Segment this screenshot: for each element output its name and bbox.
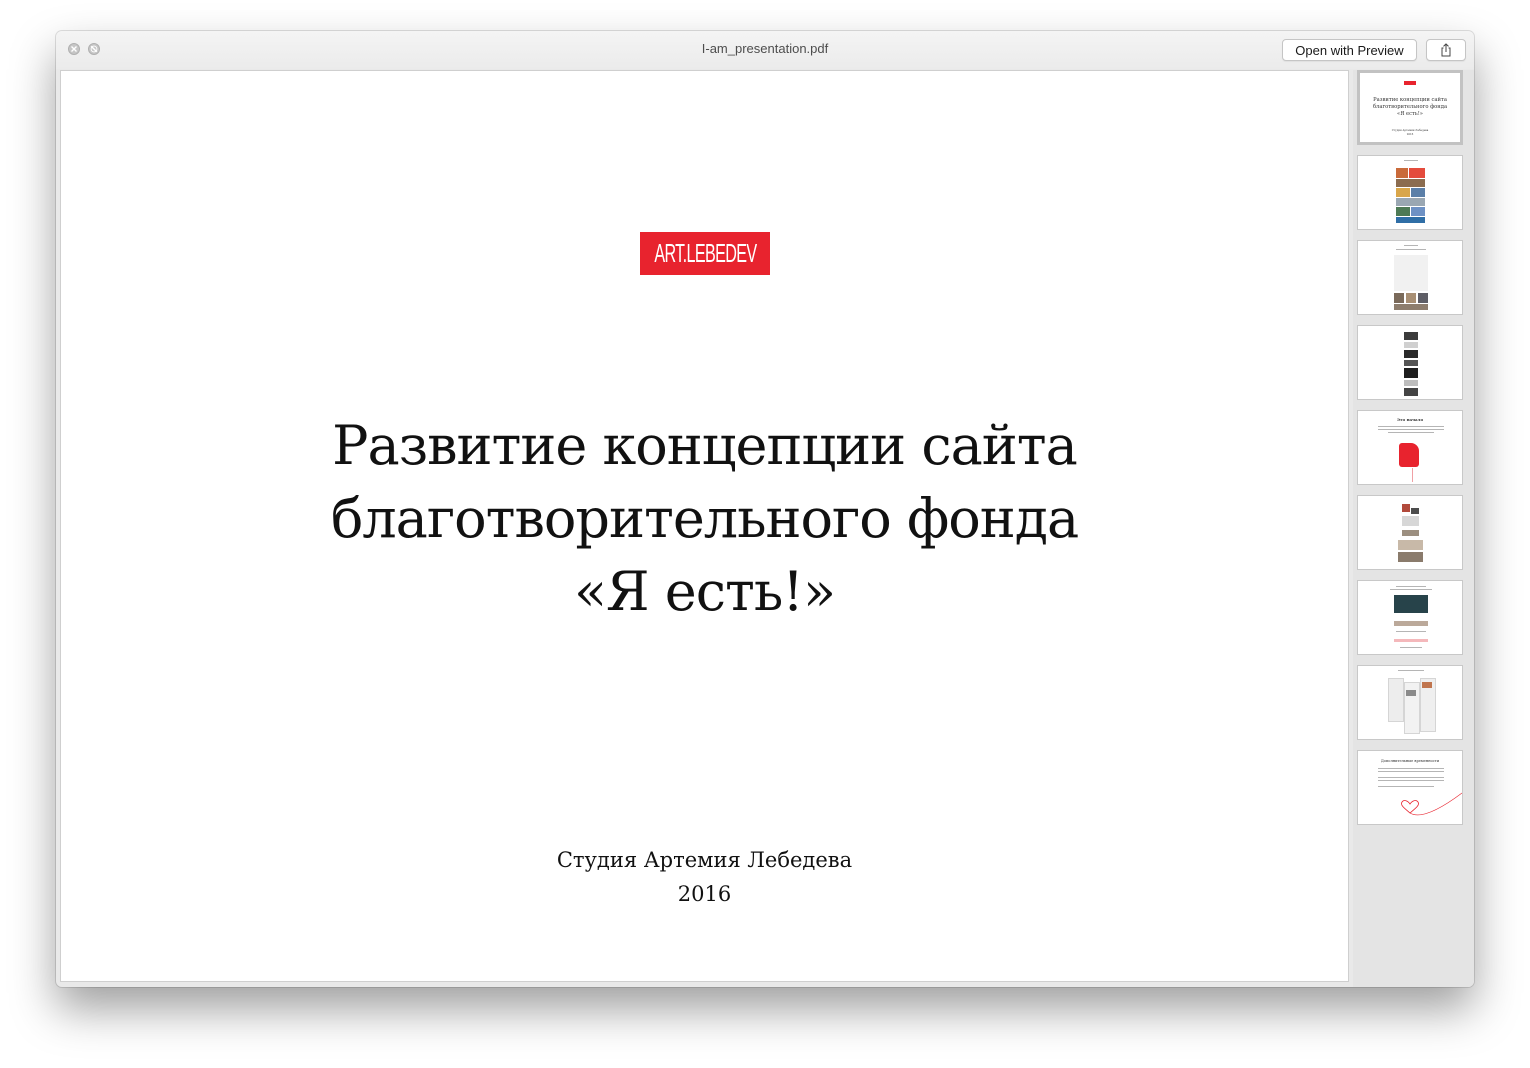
thumb-thread [1412, 468, 1413, 482]
thumb-image [1394, 621, 1428, 626]
thumb-image [1394, 304, 1428, 310]
slide-title: Развитие концепции сайта благотворительн… [61, 409, 1348, 628]
thumb-title: Развитие концепции сайта благотворительн… [1360, 97, 1460, 118]
thumb-image [1411, 508, 1419, 514]
thumb-image [1422, 682, 1432, 688]
thumb-image [1396, 207, 1410, 216]
page-thumbnail-2[interactable] [1357, 155, 1463, 230]
thumb-title-line: «Я есть!» [1397, 111, 1423, 117]
logo-text: ART.LEBEDEV [653, 238, 757, 268]
share-icon [1441, 43, 1451, 57]
thumb-line [1396, 586, 1426, 587]
thumb-image [1411, 188, 1425, 197]
thumb-logo [1404, 81, 1416, 85]
thumb-image [1409, 168, 1425, 178]
thumb-image [1404, 388, 1418, 396]
thumb-line [1378, 426, 1444, 427]
page-thumbnail-8[interactable] [1357, 665, 1463, 740]
thumb-image [1406, 690, 1416, 696]
page-thumbnail-3[interactable] [1357, 240, 1463, 315]
preview-window: I-am_presentation.pdf Open with Preview … [56, 31, 1474, 987]
thumb-line [1390, 589, 1432, 590]
thumb-image [1396, 168, 1408, 178]
slide-title-line: «Я есть!» [573, 560, 836, 623]
thumb-image [1394, 293, 1404, 303]
thumb-image [1394, 255, 1428, 291]
thumb-image [1394, 595, 1428, 613]
open-with-preview-button[interactable]: Open with Preview [1282, 39, 1417, 61]
thumb-title-line: Развитие концепции сайта [1373, 97, 1447, 103]
thumb-image [1402, 504, 1410, 512]
thumb-ya-letter [1399, 443, 1419, 467]
thumb-image [1404, 380, 1418, 386]
slide-year: 2016 [677, 882, 732, 906]
thumb-footer: Студия Артемия Лебедева 2016 [1360, 129, 1460, 137]
thumb-line [1404, 245, 1418, 246]
slide-title-line: Развитие концепции сайта [332, 414, 1078, 477]
pdf-page-view[interactable]: ART.LEBEDEV Развитие концепции сайта бла… [60, 70, 1349, 982]
thumb-image [1404, 368, 1418, 378]
window-title: I-am_presentation.pdf [701, 41, 829, 56]
page-thumbnail-9[interactable]: Дополнительные временности [1357, 750, 1463, 825]
thumb-image [1388, 678, 1404, 722]
thumb-line [1404, 160, 1418, 161]
thumb-image [1394, 639, 1428, 642]
title-bar: I-am_presentation.pdf Open with Preview [56, 31, 1474, 69]
page-thumbnail-4[interactable] [1357, 325, 1463, 400]
thumb-image [1404, 350, 1418, 358]
thumb-image [1404, 342, 1418, 348]
thumb-image [1406, 293, 1416, 303]
thumb-line [1378, 429, 1444, 430]
thumb-image [1402, 516, 1419, 526]
share-button[interactable] [1426, 39, 1466, 61]
thumb-image [1398, 552, 1423, 562]
thumbnail-sidebar[interactable]: Развитие концепции сайта благотворительн… [1353, 70, 1474, 987]
art-lebedev-logo: ART.LEBEDEV [640, 232, 770, 275]
thumb-heart-icon [1401, 792, 1462, 816]
slide-title-line: благотворительного фонда [330, 487, 1079, 550]
thumb-image [1411, 207, 1425, 216]
thumb-footer-line: 2016 [1406, 133, 1414, 136]
thumb-image [1404, 360, 1418, 366]
page-thumbnail-6[interactable] [1357, 495, 1463, 570]
thumb-image [1402, 530, 1419, 536]
thumb-image [1396, 179, 1425, 187]
thumb-image [1398, 540, 1423, 550]
thumb-heading: Это начало [1396, 417, 1424, 422]
thumb-line [1388, 432, 1434, 433]
page-thumbnail-5[interactable]: Это начало [1357, 410, 1463, 485]
slide-footer: Студия Артемия Лебедева 2016 [61, 843, 1348, 911]
thumb-image [1396, 217, 1425, 223]
thumb-line [1400, 647, 1422, 648]
thumb-image [1404, 332, 1418, 340]
thumb-line [1398, 670, 1424, 671]
studio-name: Студия Артемия Лебедева [556, 848, 853, 872]
thumb-image [1396, 188, 1410, 197]
thumb-line [1396, 249, 1426, 250]
thumb-image [1396, 198, 1425, 206]
page-thumbnail-1[interactable]: Развитие концепции сайта благотворительн… [1357, 70, 1463, 145]
thumb-title-line: благотворительного фонда [1372, 104, 1448, 110]
thumb-image [1418, 293, 1428, 303]
thumb-line [1396, 631, 1426, 632]
page-thumbnail-7[interactable] [1357, 580, 1463, 655]
